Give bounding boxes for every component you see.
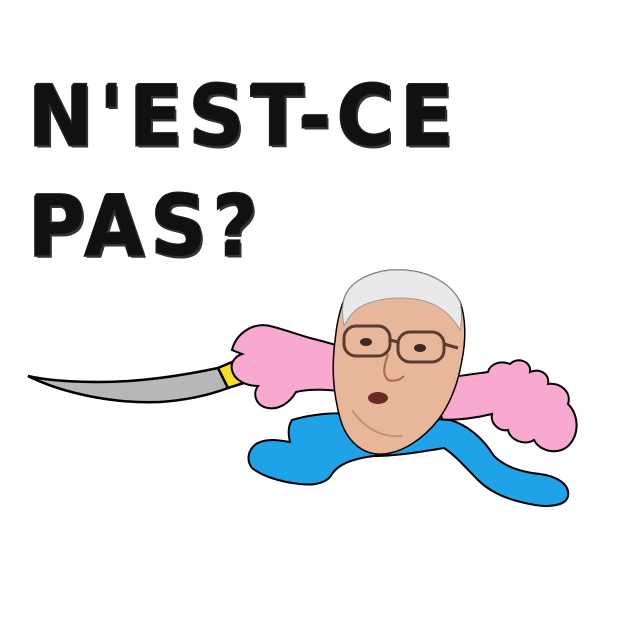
running-figure-drawing — [27, 269, 578, 507]
knife-blade-icon — [27, 366, 230, 404]
